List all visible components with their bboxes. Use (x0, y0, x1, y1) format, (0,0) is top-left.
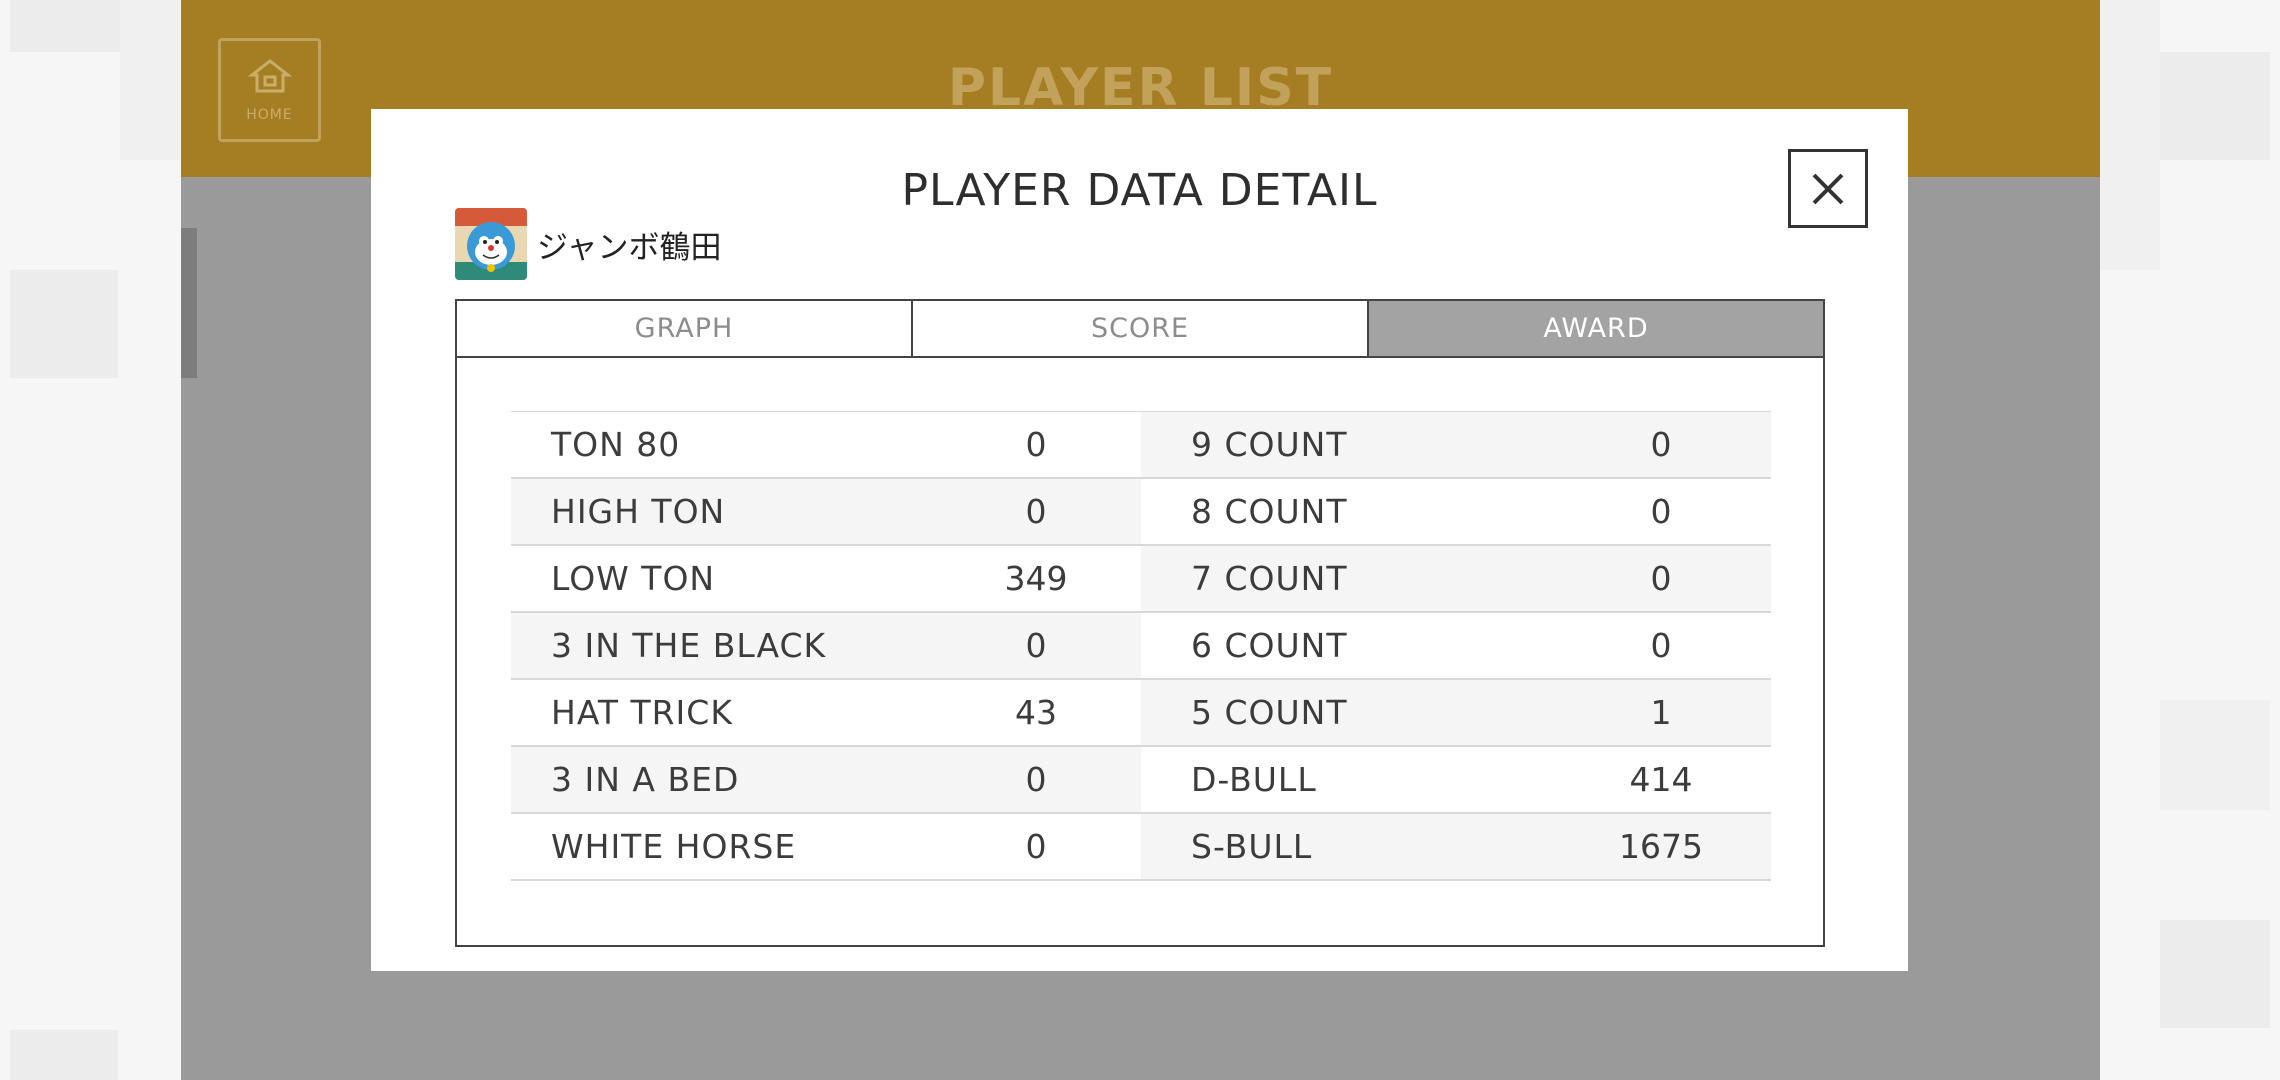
table-row: 3 IN THE BLACK 0 6 COUNT 0 (511, 613, 1771, 680)
award-label: 3 IN A BED (551, 760, 740, 799)
award-label: 8 COUNT (1191, 492, 1348, 531)
close-button[interactable] (1788, 149, 1868, 228)
award-value: 1675 (1619, 827, 1703, 866)
award-value: 0 (1025, 827, 1047, 866)
table-row: 3 IN A BED 0 D-BULL 414 (511, 747, 1771, 814)
award-value: 0 (1025, 425, 1047, 464)
table-row: WHITE HORSE 0 S-BULL 1675 (511, 814, 1771, 881)
award-value: 0 (1650, 626, 1672, 665)
award-label: S-BULL (1191, 827, 1313, 866)
award-value: 0 (1650, 492, 1672, 531)
close-icon (1812, 173, 1844, 204)
award-value: 0 (1025, 492, 1047, 531)
award-value: 0 (1025, 626, 1047, 665)
award-value: 414 (1629, 760, 1693, 799)
award-value: 0 (1650, 559, 1672, 598)
award-label: TON 80 (551, 425, 681, 464)
detail-panel: GRAPH SCORE AWARD TON 80 0 9 COUNT 0 HIG… (455, 299, 1825, 947)
award-value: 349 (1004, 559, 1068, 598)
award-label: 7 COUNT (1191, 559, 1348, 598)
avatar-cat-icon (455, 208, 527, 280)
award-value: 43 (1015, 693, 1057, 732)
table-row: TON 80 0 9 COUNT 0 (511, 412, 1771, 479)
tab-award[interactable]: AWARD (1369, 301, 1823, 356)
table-row: HIGH TON 0 8 COUNT 0 (511, 479, 1771, 546)
avatar (455, 208, 527, 280)
award-label: LOW TON (551, 559, 716, 598)
tab-score[interactable]: SCORE (913, 301, 1369, 356)
award-label: D-BULL (1191, 760, 1317, 799)
table-row: HAT TRICK 43 5 COUNT 1 (511, 680, 1771, 747)
award-value: 0 (1025, 760, 1047, 799)
award-label: 3 IN THE BLACK (551, 626, 827, 665)
table-row: LOW TON 349 7 COUNT 0 (511, 546, 1771, 613)
award-label: WHITE HORSE (551, 827, 797, 866)
tab-graph[interactable]: GRAPH (457, 301, 913, 356)
award-value: 0 (1650, 425, 1672, 464)
background-card-edge (181, 228, 197, 378)
award-label: 6 COUNT (1191, 626, 1348, 665)
tab-bar: GRAPH SCORE AWARD (457, 301, 1823, 358)
player-info: ジャンボ鶴田 (455, 208, 721, 280)
award-table: TON 80 0 9 COUNT 0 HIGH TON 0 8 COUNT 0 (511, 411, 1771, 881)
award-label: HIGH TON (551, 492, 726, 531)
player-detail-modal: PLAYER DATA DETAIL ジャンボ鶴田 GRAPH SCORE AW… (371, 109, 1908, 971)
award-label: HAT TRICK (551, 693, 733, 732)
award-value: 1 (1650, 693, 1672, 732)
award-label: 5 COUNT (1191, 693, 1348, 732)
award-label: 9 COUNT (1191, 425, 1348, 464)
player-name: ジャンボ鶴田 (537, 229, 722, 266)
